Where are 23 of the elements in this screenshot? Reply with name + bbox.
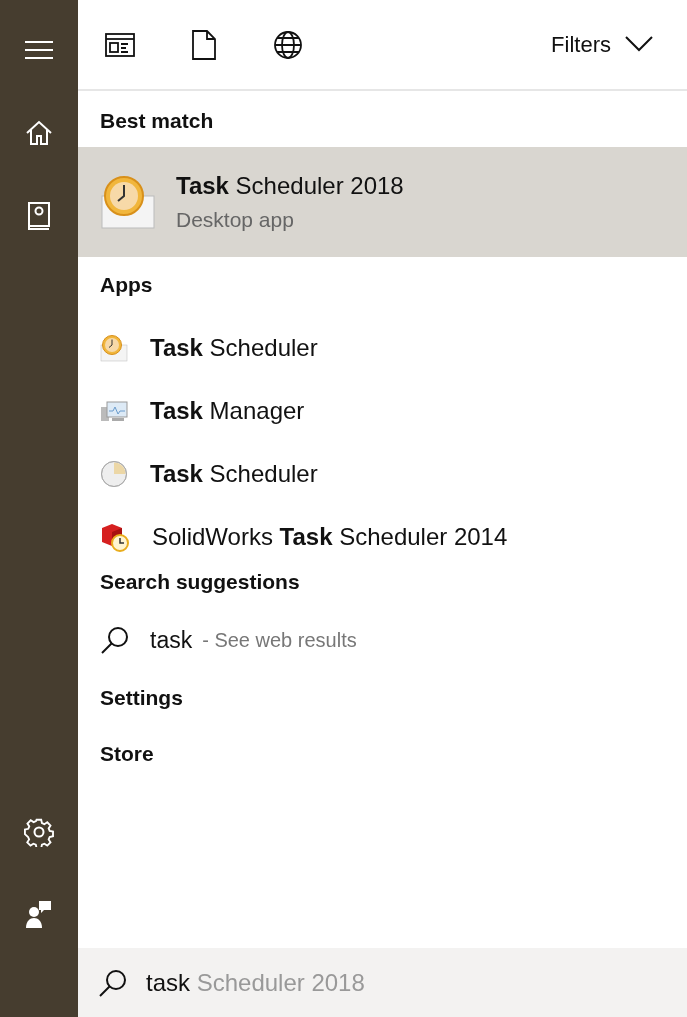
filters-button[interactable]: Filters [551, 31, 653, 58]
search-field[interactable]: task Scheduler 2018 [78, 948, 687, 1017]
clock-icon [100, 459, 128, 488]
section-heading: Search suggestions [99, 570, 301, 595]
app-item[interactable]: Task Manager [78, 379, 687, 442]
section-heading: Best match [99, 109, 215, 134]
clock-icon [100, 333, 128, 362]
search-icon [100, 625, 130, 655]
section-heading: Apps [99, 273, 154, 298]
app-title: Task Scheduler 2018 [176, 172, 404, 200]
search-icon [98, 967, 128, 998]
web-suggestion[interactable]: task - See web results [78, 610, 687, 670]
app-item[interactable]: SolidWorks Task Scheduler 2014 [78, 505, 687, 568]
computer-icon [100, 398, 128, 423]
clock-icon [100, 174, 156, 230]
app-item[interactable]: Task Scheduler [78, 316, 687, 379]
best-match-item[interactable]: Task Scheduler 2018 Desktop app [78, 147, 687, 257]
chevron-icon [625, 35, 653, 52]
app-subtitle: Desktop app [176, 208, 295, 232]
section-heading: Settings [99, 685, 184, 711]
app-item[interactable]: Task Scheduler [78, 442, 687, 505]
section-heading: Store [99, 741, 155, 767]
cube-clock-icon [100, 521, 130, 552]
